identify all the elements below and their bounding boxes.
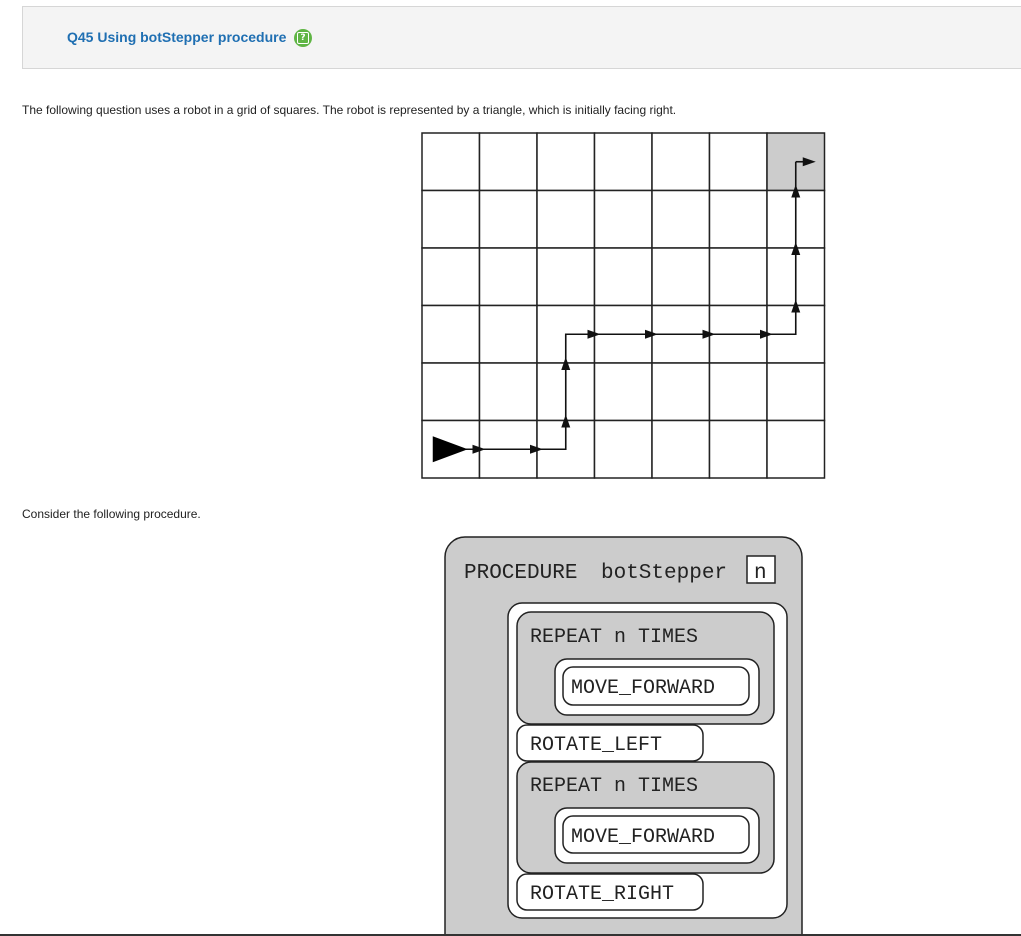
question-mark-icon[interactable]: ? <box>294 29 312 47</box>
grid-cell <box>536 132 596 192</box>
grid-cell <box>478 304 538 364</box>
grid-cell <box>421 189 481 249</box>
question-intro-text: The following question uses a robot in a… <box>22 103 677 117</box>
grid-cell <box>651 189 711 249</box>
grid-cell <box>421 132 481 192</box>
grid-cell <box>766 362 826 422</box>
grid-cell <box>478 189 538 249</box>
procedure-intro-text: Consider the following procedure. <box>22 507 201 521</box>
grid-cell <box>651 247 711 307</box>
grid-cell <box>421 362 481 422</box>
question-title-link[interactable]: Q45 Using botStepper procedure <box>67 29 286 45</box>
grid-cell <box>478 247 538 307</box>
grid-cell <box>708 189 768 249</box>
grid-cell <box>478 132 538 192</box>
grid-cell <box>593 189 653 249</box>
question-header: Q45 Using botStepper procedure ? <box>22 6 1021 69</box>
procedure-block-diagram: PROCEDURE botStepper n REPEAT n TIMES MO… <box>444 536 803 936</box>
grid-cell <box>766 419 826 479</box>
procedure-param: n <box>754 562 767 585</box>
procedure-name: botStepper <box>601 562 727 585</box>
move-forward-label-2: MOVE_FORWARD <box>571 826 715 849</box>
grid-cell <box>593 247 653 307</box>
grid-cell <box>708 362 768 422</box>
grid-cell <box>421 304 481 364</box>
grid-cell <box>651 132 711 192</box>
repeat-label-2: REPEAT n TIMES <box>530 775 698 798</box>
grid-cell <box>421 247 481 307</box>
rotate-right-label: ROTATE_RIGHT <box>530 883 674 906</box>
grid-cell <box>593 362 653 422</box>
repeat-label-1: REPEAT n TIMES <box>530 626 698 649</box>
grid-cell <box>536 189 596 249</box>
grid-cell <box>593 419 653 479</box>
grid-cell <box>593 132 653 192</box>
grid-cell <box>708 132 768 192</box>
rotate-left-label: ROTATE_LEFT <box>530 734 662 757</box>
grid-cell <box>536 247 596 307</box>
grid-cell <box>708 247 768 307</box>
robot-grid-figure <box>421 132 826 479</box>
grid-cell <box>478 362 538 422</box>
move-forward-label-1: MOVE_FORWARD <box>571 677 715 700</box>
grid-cell <box>651 362 711 422</box>
procedure-keyword: PROCEDURE <box>464 562 577 585</box>
grid-cell <box>708 419 768 479</box>
grid-cell <box>651 419 711 479</box>
